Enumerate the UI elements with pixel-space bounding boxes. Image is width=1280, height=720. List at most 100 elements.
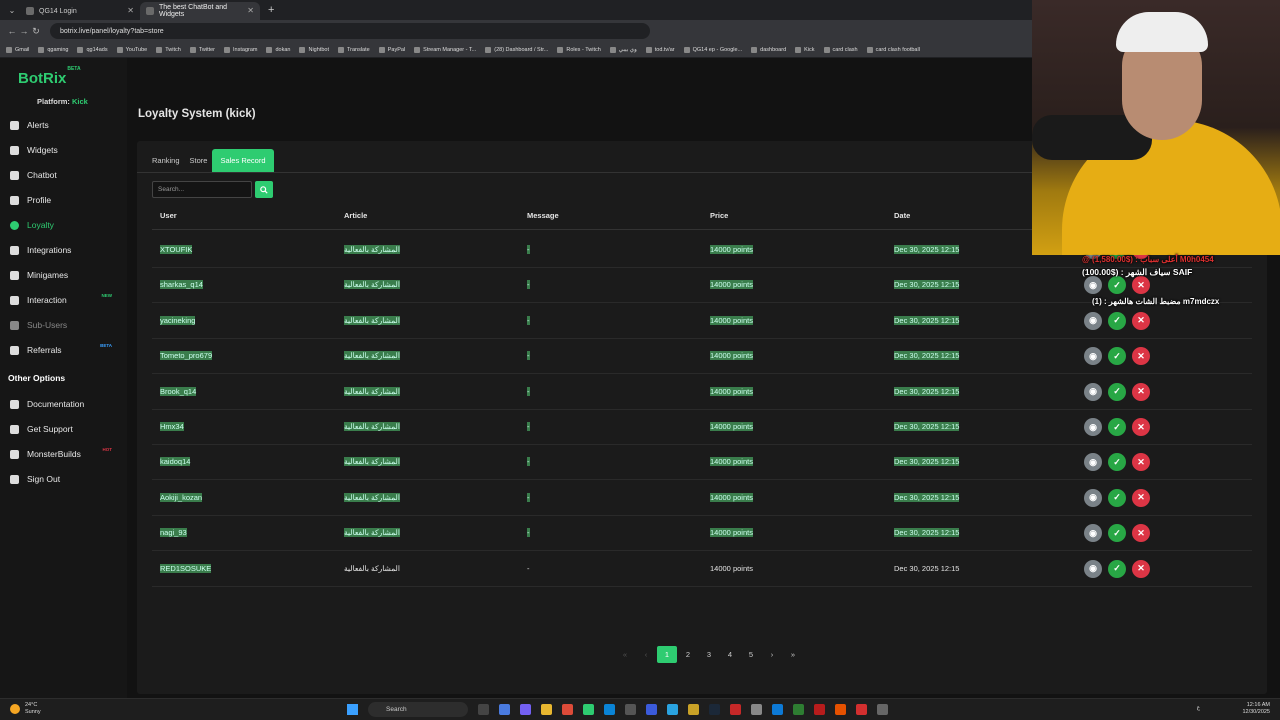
- app-icon[interactable]: [877, 704, 888, 715]
- sidebar-item-referrals[interactable]: Referrals BETA: [10, 343, 120, 357]
- browser-tab-botrix[interactable]: The best ChatBot and Widgets ✕: [140, 2, 260, 20]
- app-icon[interactable]: [646, 704, 657, 715]
- sidebar-item-chatbot[interactable]: Chatbot: [10, 168, 120, 182]
- approve-button[interactable]: ✓: [1108, 559, 1126, 578]
- bookmark-item[interactable]: dokan: [266, 46, 290, 53]
- steam-icon[interactable]: [709, 704, 720, 715]
- page-4-button[interactable]: 4: [720, 646, 740, 663]
- bookmark-item[interactable]: card clash: [823, 46, 858, 53]
- reject-button[interactable]: ✕: [1132, 347, 1150, 366]
- view-button[interactable]: ◉: [1084, 311, 1102, 330]
- discord-icon[interactable]: [520, 704, 531, 715]
- first-page-button[interactable]: «: [615, 646, 635, 663]
- forward-icon[interactable]: →: [18, 26, 30, 36]
- system-tray[interactable]: ع 12:16 AM 12/30/2025: [1197, 702, 1270, 716]
- sidebar-item-monsterbuilds[interactable]: MonsterBuilds HOT: [10, 447, 120, 461]
- last-page-button[interactable]: »: [783, 646, 803, 663]
- tab-ranking[interactable]: Ranking: [147, 149, 185, 172]
- approve-button[interactable]: ✓: [1108, 382, 1126, 401]
- excel-icon[interactable]: [793, 704, 804, 715]
- sidebar-item-sign-out[interactable]: Sign Out: [10, 472, 120, 486]
- reject-button[interactable]: ✕: [1132, 453, 1150, 472]
- reject-button[interactable]: ✕: [1132, 311, 1150, 330]
- taskbar-search[interactable]: Search: [368, 702, 468, 717]
- bookmark-item[interactable]: dashboard: [751, 46, 786, 53]
- sidebar-item-alerts[interactable]: Alerts: [10, 118, 120, 132]
- sidebar-item-get-support[interactable]: Get Support: [10, 422, 120, 436]
- view-button[interactable]: ◉: [1084, 382, 1102, 401]
- approve-button[interactable]: ✓: [1108, 488, 1126, 507]
- bookmark-item[interactable]: qgaming: [38, 46, 68, 53]
- reject-button[interactable]: ✕: [1132, 524, 1150, 543]
- copilot-icon[interactable]: [499, 704, 510, 715]
- windows-start-icon[interactable]: [347, 704, 358, 715]
- new-tab-icon[interactable]: +: [268, 4, 274, 16]
- bookmark-item[interactable]: Nightbot: [299, 46, 329, 53]
- file-explorer-icon[interactable]: [541, 704, 552, 715]
- reload-icon[interactable]: ↻: [30, 26, 42, 37]
- reject-button[interactable]: ✕: [1132, 276, 1150, 295]
- next-page-button[interactable]: ›: [762, 646, 782, 663]
- page-1-button[interactable]: 1: [657, 646, 677, 663]
- page-2-button[interactable]: 2: [678, 646, 698, 663]
- prev-page-button[interactable]: ‹: [636, 646, 656, 663]
- reject-button[interactable]: ✕: [1132, 418, 1150, 436]
- view-button[interactable]: ◉: [1084, 488, 1102, 507]
- sidebar-item-loyalty[interactable]: Loyalty: [10, 218, 120, 232]
- tab-search-icon[interactable]: ⌄: [4, 2, 20, 18]
- app-icon[interactable]: [856, 704, 867, 715]
- bookmark-item[interactable]: Twitch: [156, 46, 181, 53]
- reject-button[interactable]: ✕: [1132, 382, 1150, 401]
- bookmark-item[interactable]: Twitter: [189, 46, 215, 53]
- reject-button[interactable]: ✕: [1132, 488, 1150, 507]
- page-5-button[interactable]: 5: [741, 646, 761, 663]
- view-button[interactable]: ◉: [1084, 418, 1102, 436]
- bookmark-item[interactable]: Stream Manager - T...: [414, 46, 476, 53]
- approve-button[interactable]: ✓: [1108, 418, 1126, 436]
- search-button[interactable]: [255, 181, 273, 198]
- sidebar-item-profile[interactable]: Profile: [10, 193, 120, 207]
- task-view-icon[interactable]: [478, 704, 489, 715]
- sidebar-item-interaction[interactable]: Interaction NEW: [10, 293, 120, 307]
- reject-button[interactable]: ✕: [1132, 559, 1150, 578]
- close-tab-icon[interactable]: ✕: [247, 6, 254, 15]
- edge-icon[interactable]: [604, 704, 615, 715]
- view-button[interactable]: ◉: [1084, 559, 1102, 578]
- sidebar-item-minigames[interactable]: Minigames: [10, 268, 120, 282]
- close-tab-icon[interactable]: ✕: [127, 6, 134, 15]
- bookmark-item[interactable]: qg14ads: [77, 46, 108, 53]
- bookmark-item[interactable]: Translate: [337, 46, 370, 53]
- telegram-icon[interactable]: [667, 704, 678, 715]
- obs-icon[interactable]: [583, 704, 594, 715]
- view-button[interactable]: ◉: [1084, 524, 1102, 543]
- chrome-icon[interactable]: [562, 704, 573, 715]
- tab-store[interactable]: Store: [185, 149, 213, 172]
- weather-widget[interactable]: 24°C Sunny: [10, 702, 41, 716]
- app-icon[interactable]: [835, 704, 846, 715]
- view-button[interactable]: ◉: [1084, 276, 1102, 295]
- bookmark-item[interactable]: وي بيبي: [609, 46, 637, 53]
- approve-button[interactable]: ✓: [1108, 276, 1126, 295]
- search-input[interactable]: Search...: [152, 181, 252, 198]
- sidebar-item-documentation[interactable]: Documentation: [10, 397, 120, 411]
- approve-button[interactable]: ✓: [1108, 311, 1126, 330]
- bookmark-item[interactable]: Gmail: [6, 46, 29, 53]
- bookmark-item[interactable]: card clash football: [866, 46, 920, 53]
- sidebar-item-integrations[interactable]: Integrations: [10, 243, 120, 257]
- bookmark-item[interactable]: Kick: [795, 46, 815, 53]
- page-3-button[interactable]: 3: [699, 646, 719, 663]
- app-icon[interactable]: [730, 704, 741, 715]
- approve-button[interactable]: ✓: [1108, 347, 1126, 366]
- app-icon[interactable]: [772, 704, 783, 715]
- bookmark-item[interactable]: tod.tv/ar: [645, 46, 675, 53]
- bookmark-item[interactable]: Instagram: [224, 46, 257, 53]
- bookmark-item[interactable]: PayPal: [378, 46, 405, 53]
- approve-button[interactable]: ✓: [1108, 524, 1126, 543]
- approve-button[interactable]: ✓: [1108, 453, 1126, 472]
- bookmark-item[interactable]: QG14 ep - Google...: [683, 46, 742, 53]
- tab-sales-record[interactable]: Sales Record: [212, 149, 274, 172]
- bookmark-item[interactable]: Roles - Twitch: [557, 46, 601, 53]
- browser-tab-qg14[interactable]: QG14 Login ✕: [20, 2, 140, 20]
- botrix-logo[interactable]: BotRixBETA: [18, 66, 81, 87]
- bookmark-item[interactable]: (28) Dashboard / Str...: [485, 46, 548, 53]
